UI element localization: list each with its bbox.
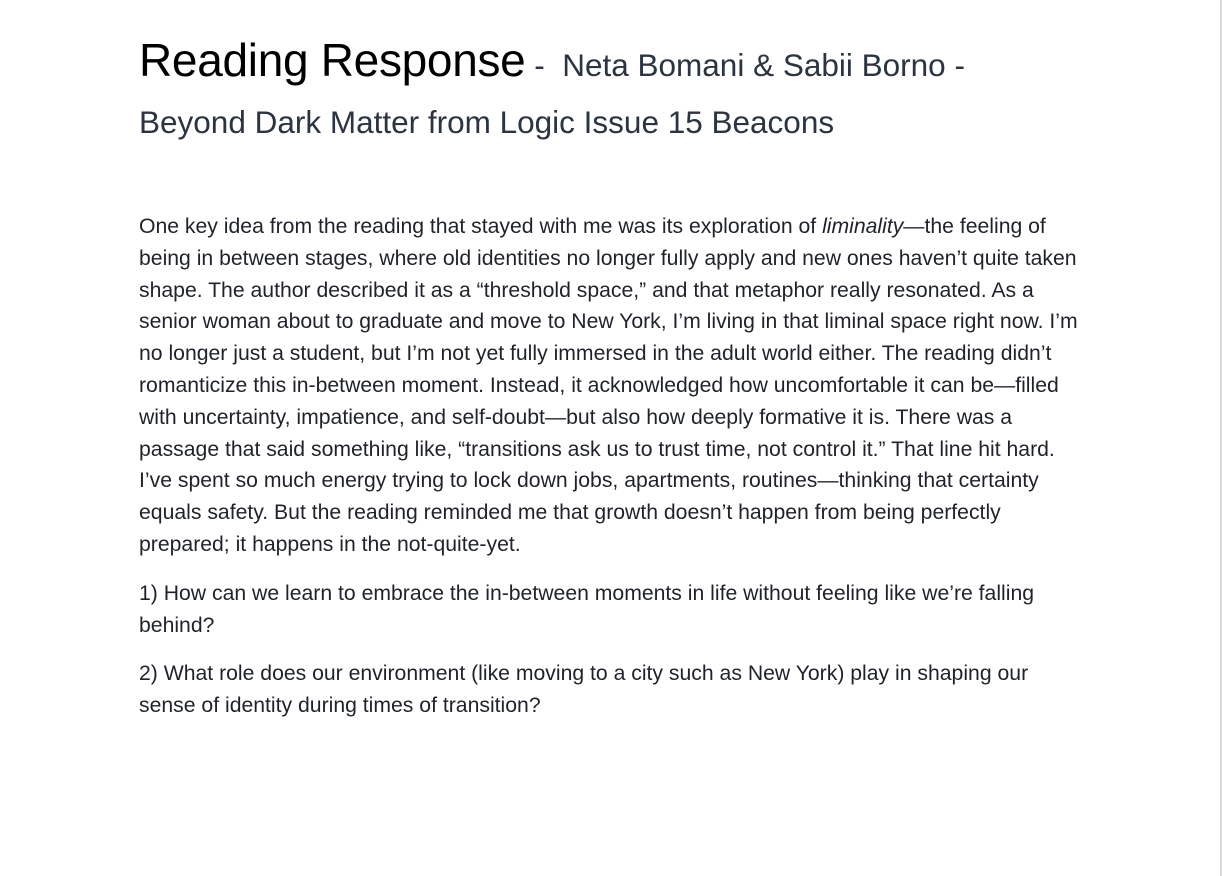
document-body: One key idea from the reading that staye… — [139, 211, 1089, 722]
emphasis-liminality: liminality — [822, 215, 904, 238]
question-2: 2) What role does our environment (like … — [139, 662, 1029, 718]
heading-line-1: Reading Response - Neta Bomani & Sabii B… — [139, 30, 1089, 95]
paragraph-text-rest: —the feeling of being in between stages,… — [139, 215, 1078, 556]
title-separator: - — [525, 47, 563, 83]
paragraph-main: One key idea from the reading that staye… — [139, 211, 1089, 561]
question-1: 1) How can we learn to embrace the in-be… — [139, 581, 1035, 637]
title-authors: Neta Bomani & Sabii Borno - — [562, 47, 965, 83]
document-page: Reading Response - Neta Bomani & Sabii B… — [139, 30, 1089, 739]
title-subtitle: Beyond Dark Matter from Logic Issue 15 B… — [139, 104, 835, 140]
title-main: Reading Response — [139, 34, 526, 86]
paragraph-text-start: One key idea from the reading that staye… — [139, 215, 823, 238]
document-heading: Reading Response - Neta Bomani & Sabii B… — [139, 30, 1089, 149]
